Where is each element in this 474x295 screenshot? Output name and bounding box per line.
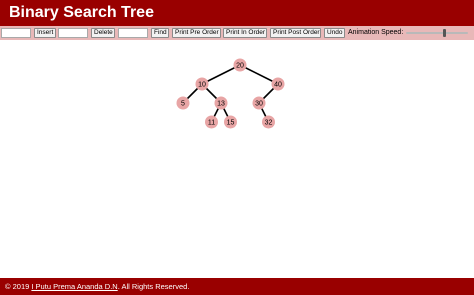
tree-node: 40 [271,77,285,91]
tree-node: 32 [262,115,275,129]
animation-speed-label: Animation Speed: [348,29,404,36]
copyright-prefix: © 2019 [5,282,32,291]
print-preorder-button[interactable]: Print Pre Order [172,28,221,38]
tree-node-label: 13 [217,100,225,107]
find-input[interactable] [118,28,148,38]
app-header: Binary Search Tree [0,0,474,26]
tree-node-label: 40 [274,81,282,88]
print-postorder-button[interactable]: Print Post Order [270,28,321,38]
animation-speed-slider[interactable] [406,28,468,38]
tree-node: 5 [176,96,190,110]
footer: © 2019 I Putu Prema Ananda D.N. All Righ… [0,278,474,295]
copyright-suffix: . All Rights Reserved. [117,282,190,291]
tree-node: 30 [252,96,266,110]
tree-node: 11 [205,115,218,129]
tree-node: 13 [214,96,228,110]
print-inorder-button[interactable]: Print In Order [223,28,267,38]
undo-button[interactable]: Undo [324,28,345,38]
tree-node-label: 15 [227,119,235,126]
tree-node-label: 20 [236,62,244,69]
author-link[interactable]: I Putu Prema Ananda D.N [31,282,117,291]
delete-button[interactable]: Delete [91,28,115,38]
tree-svg: 5 11 15 13 10 32 30 40 20 [176,58,285,129]
find-button[interactable]: Find [151,28,169,38]
tree-node-label: 5 [181,100,185,107]
tree-node-label: 11 [208,119,215,126]
insert-input[interactable] [1,28,31,38]
tree-node-label: 10 [198,81,206,88]
tree-node: 20 [233,58,247,72]
tree-node-label: 30 [255,100,263,107]
insert-button[interactable]: Insert [34,28,56,38]
slider-thumb[interactable] [443,29,446,37]
page-title: Binary Search Tree [9,4,154,21]
tree-node-label: 32 [265,119,273,126]
tree-canvas: 5 11 15 13 10 32 30 40 20 [0,40,474,278]
delete-input[interactable] [58,28,88,38]
tree-node: 15 [224,115,237,129]
slider-track [406,32,468,34]
tree-node: 10 [195,77,209,91]
